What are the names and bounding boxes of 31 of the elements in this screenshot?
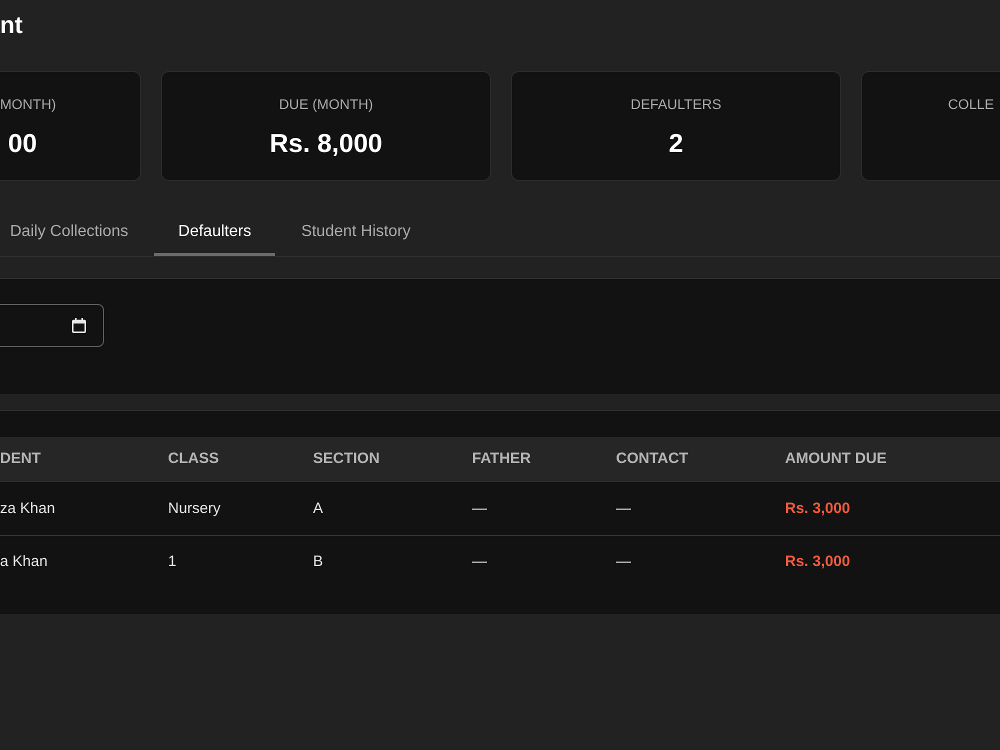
tab[interactable]: Defaulters <box>154 210 276 256</box>
column-header: CLASS <box>168 450 219 467</box>
page-title: nt <box>0 11 23 41</box>
amount-due-cell: Rs. 3,000 <box>785 500 850 516</box>
table-cell: A <box>313 500 324 516</box>
column-header: DENT <box>0 450 41 467</box>
stat-value: 00 <box>7 127 37 159</box>
tab[interactable]: Student History <box>277 210 435 256</box>
calendar-icon[interactable] <box>72 318 86 333</box>
amount-due-cell: Rs. 3,000 <box>785 553 850 570</box>
tab[interactable]: Daily Collections <box>0 210 152 256</box>
table-cell: — <box>616 553 631 570</box>
stat-label: MONTH) <box>0 95 56 114</box>
table-cell: za Khan <box>0 500 56 516</box>
stat-value: 2 <box>668 127 684 159</box>
stat-label: COLLE <box>948 95 994 114</box>
stat-label: DEFAULTERS <box>630 95 722 114</box>
table-cell: — <box>616 500 631 516</box>
table-cell: — <box>472 553 487 570</box>
stat-value: Rs. 8,000 <box>270 127 382 159</box>
table-cell: 1 <box>168 553 176 570</box>
table-cell: B <box>313 553 324 570</box>
column-header: SECTION <box>313 450 380 467</box>
table-cell: Nursery <box>168 500 221 516</box>
column-header: CONTACT <box>616 450 688 467</box>
date-field[interactable] <box>0 304 104 347</box>
table-cell: a Khan <box>0 553 48 570</box>
column-header: AMOUNT DUE <box>785 450 887 467</box>
table-cell: — <box>472 500 487 516</box>
stat-label: DUE (MONTH) <box>278 95 374 114</box>
column-header: FATHER <box>472 450 531 467</box>
